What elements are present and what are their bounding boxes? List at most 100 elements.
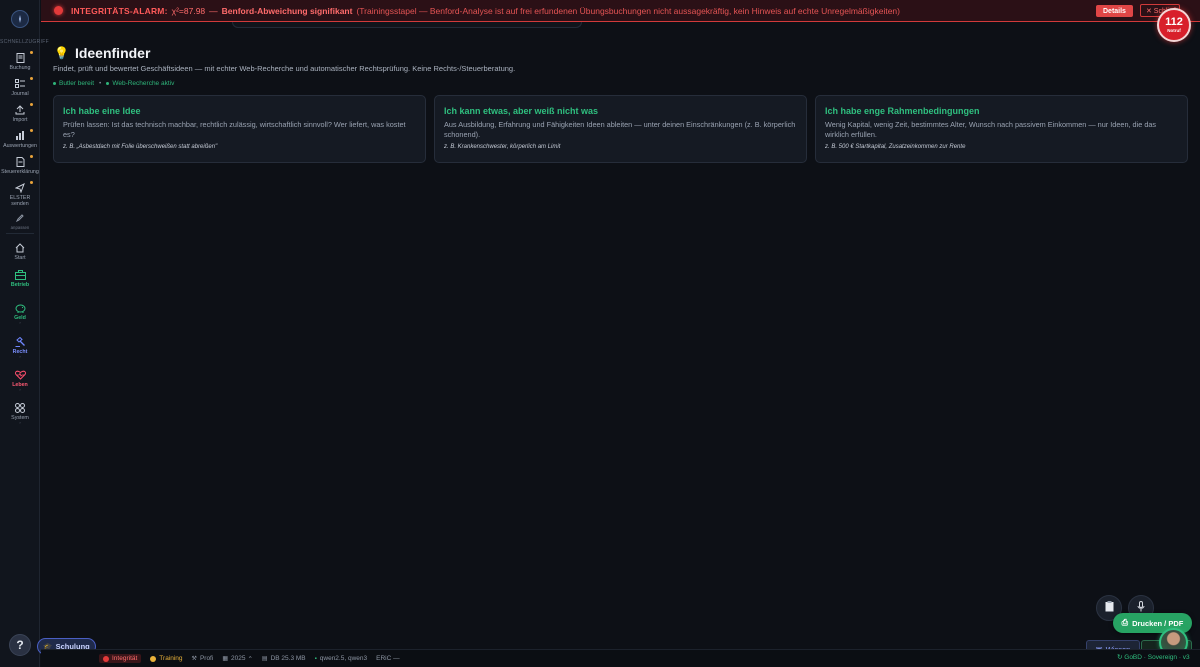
sidebar-item-label: anpassen	[10, 225, 30, 230]
status-footer: Integrität Training ⚒ Profi ▦ 2025 ⌃ ▤ D…	[41, 649, 1200, 667]
alarm-chi-value: χ²=87.98	[171, 5, 206, 16]
sidebar-divider	[6, 233, 34, 234]
sidebar-item-auswertungen[interactable]: Auswertungen	[0, 129, 40, 149]
status-dot-icon	[106, 82, 110, 85]
db-size-label: DB 25.3 MB	[270, 655, 306, 662]
status-butler: Butler bereit	[59, 80, 95, 87]
alarm-separator: —	[209, 5, 218, 16]
refresh-icon: ↻	[1117, 654, 1123, 661]
emergency-number: 112	[1165, 16, 1183, 28]
search-bar-remnant	[232, 22, 582, 28]
sidebar-item-elster-senden[interactable]: ELSTER senden	[0, 181, 40, 207]
footer-profile[interactable]: ⚒ Profi	[192, 655, 214, 662]
card-have-idea[interactable]: Ich habe eine Idee Prüfen lassen: Ist da…	[53, 95, 426, 163]
sidebar-item-steuererklaerung[interactable]: Steuererklärung	[0, 155, 40, 175]
sidebar-item-label: Buchung	[9, 65, 31, 71]
tax-form-icon	[15, 156, 26, 167]
sidebar-item-label: Steuererklärung	[1, 169, 39, 175]
eric-label: ERiC —	[376, 655, 400, 662]
sidebar-section-label: SCHNELLZUGRIFF	[0, 39, 49, 45]
notification-dot	[30, 51, 33, 54]
footer-year[interactable]: ▦ 2025 ⌃	[222, 655, 253, 663]
lightbulb-icon: 💡	[54, 46, 69, 60]
card-skills-no-idea[interactable]: Ich kann etwas, aber weiß nicht was Aus …	[434, 95, 807, 163]
briefcase-icon	[14, 269, 26, 280]
notification-dot	[30, 181, 33, 184]
sidebar-item-leben[interactable]: Leben ›	[0, 369, 40, 392]
gobd-badge: ↻ GoBD · Sovereign · v3	[1117, 653, 1190, 661]
emergency-call-button[interactable]: 112 Notruf	[1157, 8, 1191, 42]
card-example: z. B. 500 € Startkapital, Zusatzeinkomme…	[825, 144, 966, 150]
profile-label: Profi	[199, 655, 214, 662]
alarm-title: INTEGRITÄTS-ALARM:	[71, 5, 168, 16]
app-logo-icon[interactable]	[11, 10, 29, 28]
status-web-research: Web-Recherche aktiv	[112, 80, 175, 87]
printer-icon: ⎙	[1121, 618, 1129, 627]
sidebar-item-label: Betrieb	[10, 282, 30, 288]
chevron-up-down-icon: ⌃	[247, 655, 253, 663]
page-heading: Ideenfinder	[74, 45, 151, 61]
sidebar-item-start[interactable]: Start	[0, 242, 40, 261]
card-title: Ich kann etwas, aber weiß nicht was	[444, 106, 599, 116]
chip-icon: ▪	[314, 655, 317, 662]
sidebar: SCHNELLZUGRIFF Buchung Journal Import Au…	[0, 0, 49, 667]
pencil-icon	[15, 212, 26, 223]
sidebar-item-buchung[interactable]: Buchung	[0, 51, 40, 71]
sidebar-item-import[interactable]: Import	[0, 103, 40, 123]
sidebar-item-label: Start	[14, 255, 26, 261]
home-icon	[15, 242, 26, 253]
page-title: 💡 Ideenfinder	[54, 45, 150, 61]
card-constraints[interactable]: Ich habe enge Rahmenbedingungen Wenig Ka…	[815, 95, 1188, 163]
sidebar-item-betrieb[interactable]: Betrieb	[0, 269, 40, 288]
print-pdf-label: Drucken / PDF	[1132, 618, 1184, 628]
calendar-icon: ▦	[222, 656, 228, 662]
training-label: Training	[159, 655, 183, 662]
integrity-alarm-banner: INTEGRITÄTS-ALARM: χ²=87.98 — Benford-Ab…	[41, 0, 1200, 22]
year-label: 2025	[230, 655, 246, 662]
gavel-icon	[15, 336, 26, 347]
sidebar-item-geld[interactable]: Geld ›	[0, 302, 40, 325]
gobd-label: GoBD · Sovereign · v3	[1124, 654, 1190, 661]
card-example: z. B. „Asbestdach mit Folie überschweiße…	[63, 144, 218, 150]
sidebar-item-recht[interactable]: Recht ›	[0, 336, 40, 359]
notification-dot	[30, 155, 33, 158]
status-dot-icon	[53, 82, 56, 85]
card-text: Aus Ausbildung, Erfahrung und Fähigkeite…	[444, 120, 796, 139]
card-example: z. B. Krankenschwester, körperlich am Li…	[444, 144, 561, 150]
integrity-label: Integrität	[112, 655, 138, 662]
footer-db-size: ▤ DB 25.3 MB	[262, 655, 306, 662]
alarm-headline: Benford-Abweichung signifikant	[221, 5, 353, 16]
footer-eric: ERiC —	[376, 655, 399, 662]
grid-icon	[15, 402, 26, 413]
bar-chart-icon	[15, 130, 26, 141]
notification-dot	[30, 77, 33, 80]
sidebar-item-journal[interactable]: Journal	[0, 77, 40, 97]
status-separator: •	[99, 80, 102, 87]
notification-dot	[30, 129, 33, 132]
card-text: Prüfen lassen: Ist das technisch machbar…	[63, 120, 406, 139]
chevron-down-icon: ›	[19, 354, 21, 359]
alarm-details-button[interactable]: Details	[1096, 5, 1133, 17]
help-button[interactable]: ?	[9, 634, 31, 656]
notification-dot	[30, 103, 33, 106]
footer-models: ▪ qwen2.5, qwen3	[315, 655, 367, 662]
upload-icon	[15, 104, 26, 115]
models-label: qwen2.5, qwen3	[319, 655, 368, 662]
emergency-label: Notruf	[1167, 28, 1181, 33]
footer-training-mode[interactable]: Training	[150, 655, 183, 662]
sidebar-item-label: ELSTER senden	[9, 195, 31, 207]
footer-integrity-badge[interactable]: Integrität	[99, 654, 142, 663]
chevron-down-icon: ›	[19, 320, 21, 325]
wrench-icon: ⚒	[191, 656, 197, 662]
card-title: Ich habe eine Idee	[63, 106, 141, 116]
sidebar-item-anpassen[interactable]: anpassen	[0, 212, 40, 231]
card-title: Ich habe enge Rahmenbedingungen	[825, 106, 980, 116]
chevron-down-icon: ›	[19, 420, 21, 425]
send-icon	[15, 182, 26, 193]
document-icon	[15, 52, 26, 63]
sidebar-item-label: Auswertungen	[3, 143, 37, 149]
sidebar-item-system[interactable]: System ›	[0, 402, 40, 425]
sidebar-item-label: Journal	[11, 91, 29, 97]
list-icon	[15, 78, 26, 89]
chevron-down-icon: ›	[19, 387, 21, 392]
